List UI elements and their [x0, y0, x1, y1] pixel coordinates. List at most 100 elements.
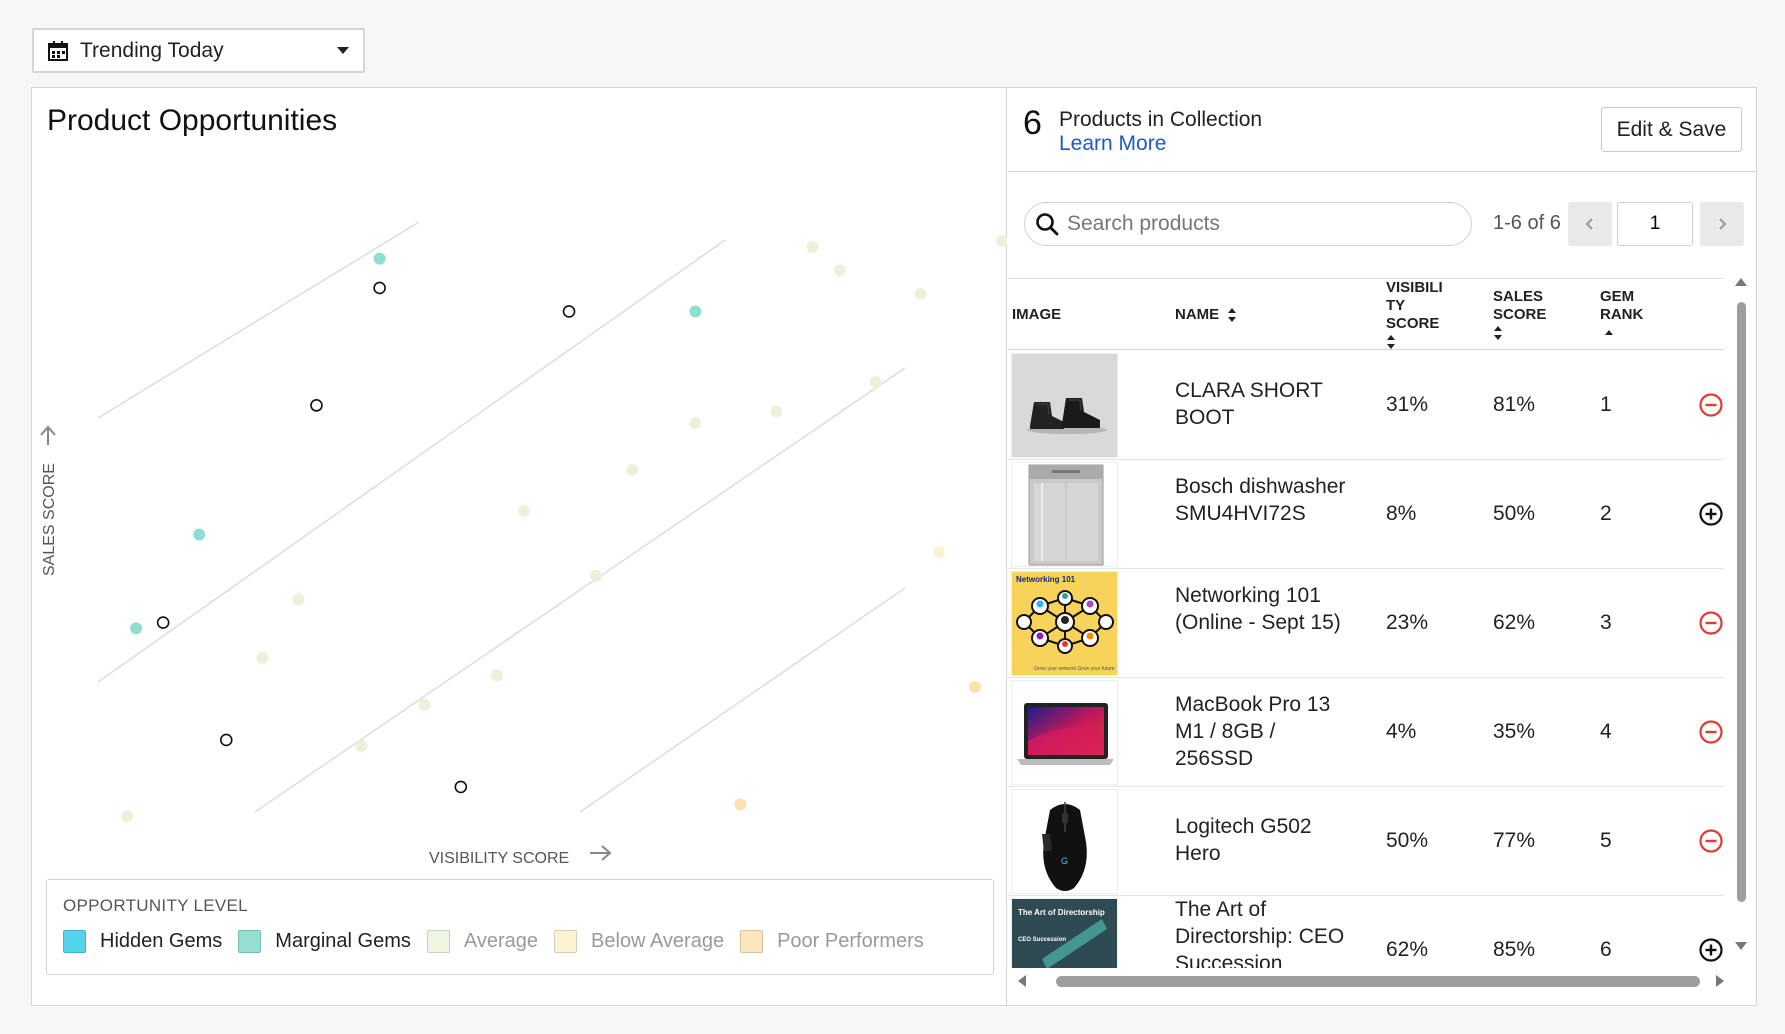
chart-point[interactable] — [734, 798, 747, 811]
legend-label: Marginal Gems — [275, 930, 411, 952]
legend-label: Below Average — [591, 930, 725, 952]
main-panel: Product Opportunities SALES SCORE VISIBI… — [31, 87, 1757, 1006]
header-sales-line2: SCORE — [1493, 306, 1547, 323]
header-name[interactable]: NAME — [1175, 306, 1237, 324]
collection-count: 6 — [1023, 104, 1042, 142]
table-row: Networking 101 Grow your network Grow yo… — [1008, 569, 1724, 678]
remove-circle-icon[interactable] — [1698, 610, 1724, 636]
chart-point[interactable] — [806, 240, 819, 253]
collection-header: 6 Products in Collection Learn More Edit… — [1008, 88, 1756, 172]
scroll-thumb — [1737, 302, 1746, 902]
learn-more-link[interactable]: Learn More — [1059, 132, 1166, 156]
page-number-input[interactable] — [1617, 202, 1693, 246]
legend-item[interactable]: Average — [426, 930, 539, 953]
timeframe-dropdown[interactable]: Trending Today — [32, 28, 365, 73]
chart-point[interactable] — [373, 252, 386, 265]
chart-point[interactable] — [590, 569, 603, 582]
visibility-score: 31% — [1386, 393, 1429, 416]
header-visibility-line3: SCORE — [1386, 315, 1440, 332]
chart-point[interactable] — [626, 463, 639, 476]
networking-thumb-caption: Grow your network Grow your future — [1034, 666, 1115, 672]
legend-item[interactable]: Poor Performers — [740, 930, 924, 953]
opportunity-bands — [97, 221, 906, 813]
legend-swatch — [63, 930, 86, 953]
remove-circle-icon[interactable] — [1698, 392, 1724, 418]
legend-items: Hidden Gems Marginal Gems Average Below Ave… — [63, 930, 940, 953]
search-box[interactable] — [1024, 202, 1472, 246]
prev-page-button[interactable] — [1568, 202, 1612, 246]
add-circle-icon[interactable] — [1698, 501, 1724, 527]
band-line — [579, 587, 906, 813]
chart-point[interactable] — [968, 681, 981, 694]
remove-circle-icon[interactable] — [1698, 719, 1724, 745]
chevron-left-icon — [1585, 218, 1593, 230]
next-page-button[interactable] — [1700, 202, 1744, 246]
chart-point[interactable] — [689, 416, 702, 429]
product-name: MacBook Pro 13 M1 / 8GB / 256SSD — [1175, 693, 1331, 770]
chart-point[interactable] — [932, 546, 945, 559]
collection-panel: 6 Products in Collection Learn More Edit… — [1008, 88, 1756, 1005]
gem-rank: 6 — [1600, 938, 1612, 961]
table-row: The Art of Directorship CEO Succession T… — [1008, 896, 1724, 968]
search-input[interactable] — [1067, 212, 1447, 236]
header-image: IMAGE — [1012, 306, 1062, 323]
legend-label: Average — [463, 930, 539, 952]
calendar-icon — [48, 40, 68, 61]
add-circle-icon[interactable] — [1698, 937, 1724, 963]
header-gem-line1: GEM — [1600, 288, 1635, 305]
chart-point[interactable] — [355, 739, 368, 752]
sort-icon — [1387, 335, 1395, 350]
vertical-scrollbar[interactable] — [1730, 278, 1752, 958]
band-line — [97, 239, 726, 683]
remove-circle-icon[interactable] — [1698, 828, 1724, 854]
header-visibility[interactable]: VISIBILI TY SCORE — [1386, 279, 1443, 351]
legend-swatch — [554, 930, 578, 953]
legend-title: OPPORTUNITY LEVEL — [63, 896, 248, 915]
paging-range: 1-6 of 6 — [1493, 212, 1561, 234]
horizontal-scrollbar[interactable] — [1018, 968, 1724, 994]
sort-icon — [1228, 308, 1237, 323]
chart-point[interactable] — [869, 375, 882, 388]
chart-point[interactable] — [156, 616, 170, 629]
chart-point[interactable] — [490, 669, 503, 682]
scatter-chart: SALES SCORE VISIBILITY SCORE — [40, 221, 1007, 867]
header-name-label: NAME — [1175, 306, 1220, 323]
mouse-image: G — [1011, 789, 1118, 894]
table-header: IMAGE NAME VISIBILI TY SCORE SALES SCORE — [1008, 278, 1724, 350]
chart-point[interactable] — [292, 593, 305, 606]
legend-item[interactable]: Hidden Gems — [63, 930, 222, 953]
visibility-score: 62% — [1386, 938, 1429, 961]
chart-point[interactable] — [130, 622, 143, 635]
edit-save-button[interactable]: Edit & Save — [1601, 107, 1742, 152]
chart-point[interactable] — [121, 810, 134, 823]
chart-point[interactable] — [193, 528, 206, 541]
scroll-left-icon — [1018, 975, 1026, 987]
visibility-score: 23% — [1386, 611, 1429, 634]
legend-item[interactable]: Marginal Gems — [238, 930, 411, 953]
chart-point[interactable] — [310, 399, 323, 412]
chart-point[interactable] — [562, 305, 576, 318]
chart-point[interactable] — [996, 235, 1007, 247]
header-sales[interactable]: SALES SCORE — [1493, 288, 1546, 342]
chart-point[interactable] — [689, 305, 702, 318]
chart-point[interactable] — [454, 780, 468, 794]
gem-rank: 4 — [1600, 720, 1612, 743]
chart-point[interactable] — [256, 651, 269, 664]
legend-item[interactable]: Below Average — [554, 930, 724, 953]
chart-point[interactable] — [770, 405, 783, 418]
chart-point[interactable] — [517, 505, 530, 518]
product-name: Logitech G502 Hero — [1175, 815, 1312, 865]
book-thumb-subtitle: CEO Succession — [1018, 937, 1066, 943]
chart-point[interactable] — [373, 281, 386, 295]
chart-point[interactable] — [219, 733, 233, 747]
header-gem-rank[interactable]: GEM RANK — [1600, 288, 1643, 342]
chevron-down-icon — [337, 47, 349, 54]
chart-point[interactable] — [914, 287, 927, 300]
chart-point[interactable] — [833, 264, 846, 277]
x-axis-label: VISIBILITY SCORE — [429, 850, 569, 867]
chart-point[interactable] — [418, 698, 431, 711]
legend-swatch — [426, 930, 450, 953]
gem-rank: 5 — [1600, 829, 1612, 852]
chevron-right-icon — [1719, 218, 1727, 230]
dropdown-label: Trending Today — [80, 38, 224, 62]
